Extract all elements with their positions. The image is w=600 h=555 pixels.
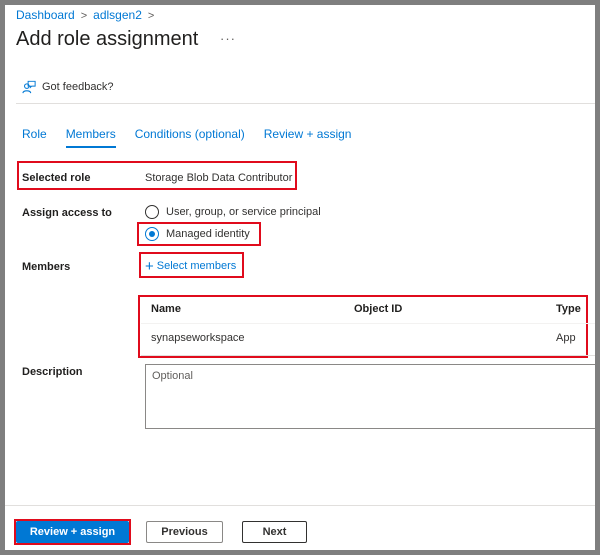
- tab-role[interactable]: Role: [22, 127, 47, 148]
- tab-conditions[interactable]: Conditions (optional): [135, 127, 245, 148]
- select-members-label: Select members: [156, 260, 237, 272]
- column-header-object-id: Object ID: [354, 303, 403, 315]
- members-label: Members: [22, 261, 71, 273]
- table-header-divider: [141, 323, 595, 324]
- breadcrumb-adlsgen2[interactable]: adlsgen2: [93, 8, 142, 22]
- plus-icon: +: [145, 257, 154, 275]
- previous-button[interactable]: Previous: [146, 521, 223, 543]
- radio-user-group-sp-label: User, group, or service principal: [166, 206, 321, 218]
- divider: [16, 103, 595, 104]
- feedback-button[interactable]: Got feedback?: [22, 80, 114, 94]
- radio-unchecked-icon: [145, 205, 159, 219]
- column-header-type: Type: [556, 303, 581, 315]
- chevron-right-icon: >: [80, 10, 88, 22]
- radio-managed-identity-label: Managed identity: [166, 228, 250, 240]
- member-name: synapseworkspace: [151, 332, 245, 344]
- table-row-divider: [141, 355, 595, 356]
- radio-user-group-sp[interactable]: User, group, or service principal: [145, 205, 321, 219]
- column-header-name: Name: [151, 303, 181, 315]
- breadcrumb: Dashboard > adlsgen2 >: [16, 8, 160, 22]
- radio-managed-identity[interactable]: Managed identity: [145, 227, 250, 241]
- breadcrumb-dashboard[interactable]: Dashboard: [16, 8, 75, 22]
- selected-role-value: Storage Blob Data Contributor: [145, 172, 293, 184]
- add-role-assignment-page: Dashboard > adlsgen2 > Add role assignment …: [5, 5, 595, 550]
- tab-members[interactable]: Members: [65, 127, 116, 148]
- feedback-label: Got feedback?: [42, 81, 114, 93]
- wizard-tabs: Role Members Conditions (optional) Revie…: [22, 127, 370, 148]
- page-title: Add role assignment: [16, 28, 199, 50]
- review-assign-button[interactable]: Review + assign: [16, 521, 129, 543]
- chevron-right-icon: >: [147, 10, 155, 22]
- feedback-person-icon: [22, 80, 36, 94]
- tab-review-assign[interactable]: Review + assign: [264, 127, 352, 148]
- description-label: Description: [22, 366, 83, 378]
- more-options-button[interactable]: ···: [220, 31, 236, 46]
- select-members-link[interactable]: + Select members: [145, 257, 237, 275]
- description-textarea[interactable]: Optional: [145, 364, 595, 429]
- footer-divider: [5, 505, 595, 506]
- next-button[interactable]: Next: [242, 521, 307, 543]
- member-type: App: [556, 332, 576, 344]
- selected-role-label: Selected role: [22, 172, 91, 184]
- radio-checked-icon: [145, 227, 159, 241]
- assign-access-label: Assign access to: [22, 207, 112, 219]
